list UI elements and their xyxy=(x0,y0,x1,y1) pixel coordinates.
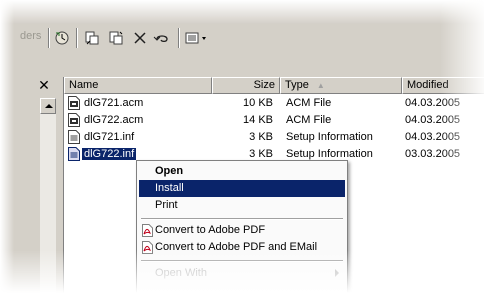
delete-icon[interactable] xyxy=(130,28,150,48)
copy-to-icon[interactable] xyxy=(106,28,126,48)
file-name: dlG721.inf xyxy=(84,131,135,143)
acm-file-icon xyxy=(68,96,80,110)
adobe-pdf-email-icon xyxy=(142,241,153,254)
file-name: dlG722.inf xyxy=(82,148,137,160)
column-header-type[interactable]: Type ▲ xyxy=(280,77,402,94)
table-row[interactable]: dlG722.acm 14 KB ACM File 04.03.2005 xyxy=(64,112,484,128)
menu-item-convert-pdf-label: Convert to Adobe PDF xyxy=(155,224,266,236)
column-modified-label: Modified xyxy=(407,79,449,91)
file-type: Setup Information xyxy=(286,131,373,143)
menu-item-open-with[interactable]: Open With xyxy=(139,265,345,282)
column-type-label: Type xyxy=(285,79,309,91)
file-size: 10 KB xyxy=(243,97,273,109)
left-pane-scrollbar[interactable] xyxy=(40,98,56,293)
menu-item-convert-pdf[interactable]: Convert to Adobe PDF xyxy=(139,222,345,239)
file-name: dlG722.acm xyxy=(84,114,144,126)
toolbar-separator xyxy=(76,28,78,48)
file-modified: 03.03.2005 xyxy=(405,148,461,160)
toolbar: ders xyxy=(0,22,484,54)
submenu-arrow-icon xyxy=(335,269,339,277)
file-modified: 04.03.2005 xyxy=(405,114,461,126)
file-name: dlG721.acm xyxy=(84,97,144,109)
column-size-label: Size xyxy=(253,79,275,91)
column-header-name[interactable]: Name xyxy=(64,77,212,94)
undo-icon[interactable] xyxy=(152,28,172,48)
toolbar-separator xyxy=(48,28,50,48)
menu-separator xyxy=(141,218,343,220)
file-type: ACM File xyxy=(286,114,332,126)
search-history-icon[interactable] xyxy=(52,28,72,48)
file-size: 3 KB xyxy=(249,131,273,143)
close-pane-icon[interactable]: ✕ xyxy=(36,77,52,93)
explorer-window: ders ✕ Name Size Type ▲ Modified dlG721.… xyxy=(0,0,484,293)
column-name-label: Name xyxy=(69,79,99,91)
toolbar-separator xyxy=(178,28,180,48)
menu-item-open[interactable]: Open xyxy=(139,163,345,180)
table-row[interactable]: dlG721.acm 10 KB ACM File 04.03.2005 xyxy=(64,95,484,111)
file-modified: 04.03.2005 xyxy=(405,97,461,109)
move-to-icon[interactable] xyxy=(82,28,102,48)
menu-item-open-with-label: Open With xyxy=(155,267,207,279)
menu-item-print[interactable]: Print xyxy=(139,197,345,214)
file-size: 14 KB xyxy=(243,114,273,126)
file-modified: 04.03.2005 xyxy=(405,131,461,143)
sort-ascending-icon: ▲ xyxy=(316,81,325,90)
adobe-pdf-icon xyxy=(142,224,153,237)
menu-item-install[interactable]: Install xyxy=(139,180,345,197)
scroll-up-icon[interactable] xyxy=(40,98,56,114)
table-row[interactable]: dlG721.inf 3 KB Setup Information 04.03.… xyxy=(64,129,484,145)
menu-separator xyxy=(141,260,343,262)
column-header-size[interactable]: Size xyxy=(212,77,280,94)
column-header-modified[interactable]: Modified xyxy=(402,77,484,94)
acm-file-icon xyxy=(68,113,80,127)
setup-info-file-icon xyxy=(68,130,80,144)
folders-button-label[interactable]: ders xyxy=(20,30,41,42)
menu-item-convert-pdf-email[interactable]: Convert to Adobe PDF and EMail xyxy=(139,239,345,256)
menu-item-convert-pdf-email-label: Convert to Adobe PDF and EMail xyxy=(155,241,318,253)
context-menu: Open Install Print Convert to Adobe PDF … xyxy=(136,160,348,293)
views-icon[interactable] xyxy=(184,28,210,48)
file-type: ACM File xyxy=(286,97,332,109)
setup-info-file-icon xyxy=(68,147,80,161)
